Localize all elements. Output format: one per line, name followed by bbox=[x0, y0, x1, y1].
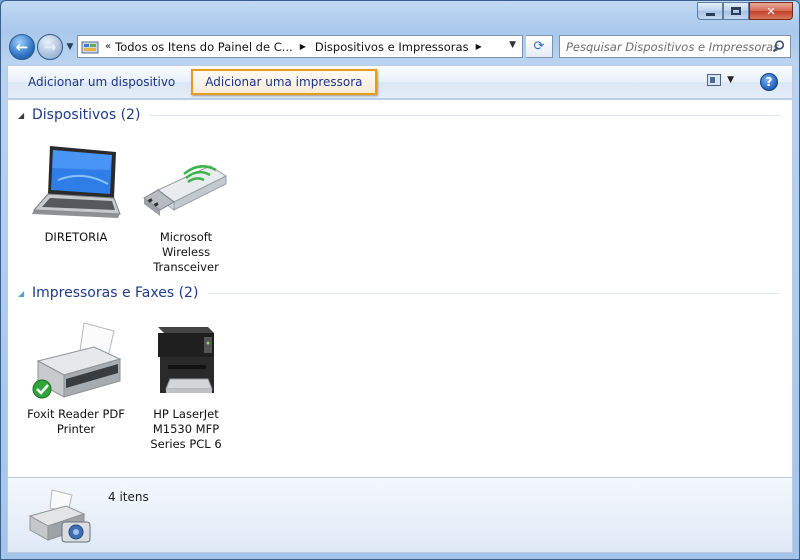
refresh-icon: ⟳ bbox=[533, 39, 545, 54]
collapse-triangle-icon[interactable]: ◢ bbox=[18, 289, 28, 298]
laptop-icon bbox=[26, 138, 126, 226]
search-icon[interactable] bbox=[772, 40, 785, 56]
explorer-window: ✕ ← → ▼ « Todos os Itens do Painel de C.… bbox=[0, 0, 800, 560]
minimize-icon bbox=[705, 12, 715, 16]
address-overflow-chevron[interactable]: « bbox=[105, 41, 111, 52]
device-label: DIRETORIA bbox=[26, 230, 126, 245]
group-title-devices: Dispositivos (2) bbox=[32, 107, 141, 123]
address-dropdown-icon[interactable]: ▼ bbox=[509, 40, 516, 50]
control-panel-icon bbox=[81, 39, 103, 55]
device-label-line: Transceiver bbox=[153, 260, 219, 274]
breadcrumb-devices-printers[interactable]: Dispositivos e Impressoras bbox=[315, 40, 469, 54]
collapse-triangle-icon[interactable]: ◢ bbox=[18, 111, 28, 120]
printer-item-hp-laserjet-m1530[interactable]: HP LaserJet M1530 MFP Series PCL 6 bbox=[136, 315, 236, 452]
device-label-line: Foxit Reader PDF bbox=[27, 407, 125, 421]
device-item-microsoft-wireless-transceiver[interactable]: Microsoft Wireless Transceiver bbox=[136, 138, 236, 275]
group-header-devices[interactable]: ◢ Dispositivos (2) bbox=[8, 103, 788, 127]
printer-icon bbox=[26, 315, 126, 403]
devices-and-printers-icon bbox=[26, 486, 96, 551]
forward-arrow-icon: → bbox=[43, 38, 57, 56]
close-button[interactable]: ✕ bbox=[749, 2, 793, 20]
device-label-line: Wireless bbox=[161, 245, 211, 259]
maximize-icon bbox=[731, 7, 741, 15]
add-device-button[interactable]: Adicionar um dispositivo bbox=[20, 75, 183, 89]
back-arrow-icon: ← bbox=[15, 38, 29, 56]
devices-content-pane: ◢ Dispositivos (2) DIRETORIA Microsoft W… bbox=[7, 100, 793, 477]
device-label: Microsoft Wireless Transceiver bbox=[136, 230, 236, 275]
device-label-line: Printer bbox=[56, 422, 96, 436]
device-label-line: Microsoft bbox=[159, 230, 213, 244]
close-icon: ✕ bbox=[766, 4, 776, 18]
device-label-line: HP LaserJet bbox=[153, 407, 219, 421]
group-divider bbox=[150, 114, 780, 116]
help-button[interactable]: ? bbox=[760, 73, 778, 91]
device-label-line: DIRETORIA bbox=[44, 230, 108, 244]
refresh-button[interactable]: ⟳ bbox=[526, 35, 553, 58]
help-icon: ? bbox=[765, 75, 773, 89]
chevron-down-icon[interactable]: ▼ bbox=[727, 75, 734, 85]
recent-pages-dropdown[interactable]: ▼ bbox=[64, 42, 76, 52]
details-pane: 4 itens bbox=[7, 477, 793, 553]
minimize-button[interactable] bbox=[697, 2, 723, 20]
address-bar[interactable]: « Todos os Itens do Painel de C... ▶ Dis… bbox=[77, 35, 523, 58]
search-placeholder: Pesquisar Dispositivos e Impressoras bbox=[566, 39, 780, 54]
breadcrumb-control-panel[interactable]: Todos os Itens do Painel de C... bbox=[115, 40, 293, 54]
usb-transceiver-icon bbox=[136, 138, 236, 226]
device-label-line: M1530 MFP bbox=[152, 422, 220, 436]
breadcrumb-arrow-icon[interactable]: ▶ bbox=[300, 42, 306, 51]
group-divider bbox=[208, 292, 780, 294]
device-label: Foxit Reader PDF Printer bbox=[26, 407, 126, 437]
search-input[interactable]: Pesquisar Dispositivos e Impressoras bbox=[559, 35, 791, 58]
device-label: HP LaserJet M1530 MFP Series PCL 6 bbox=[136, 407, 236, 452]
device-item-diretoria[interactable]: DIRETORIA bbox=[26, 138, 126, 245]
add-printer-button[interactable]: Adicionar uma impressora bbox=[191, 69, 377, 95]
group-title-printers: Impressoras e Faxes (2) bbox=[32, 285, 199, 301]
view-icon bbox=[707, 74, 722, 86]
group-header-printers[interactable]: ◢ Impressoras e Faxes (2) bbox=[8, 281, 788, 305]
mfp-printer-icon bbox=[136, 315, 236, 403]
command-bar: Adicionar um dispositivo Adicionar uma i… bbox=[7, 65, 793, 99]
printer-item-foxit-reader-pdf[interactable]: Foxit Reader PDF Printer bbox=[26, 315, 126, 437]
back-button[interactable]: ← bbox=[9, 34, 35, 60]
device-label-line: Series PCL 6 bbox=[150, 437, 222, 451]
forward-button[interactable]: → bbox=[37, 34, 63, 60]
breadcrumb-arrow-icon[interactable]: ▶ bbox=[476, 42, 482, 51]
navigation-bar: ← → ▼ « Todos os Itens do Painel de C...… bbox=[9, 33, 791, 61]
maximize-button[interactable] bbox=[723, 2, 749, 20]
caption-buttons: ✕ bbox=[697, 2, 793, 20]
item-count: 4 itens bbox=[108, 490, 149, 504]
change-view-button[interactable]: ▼ bbox=[707, 74, 734, 86]
